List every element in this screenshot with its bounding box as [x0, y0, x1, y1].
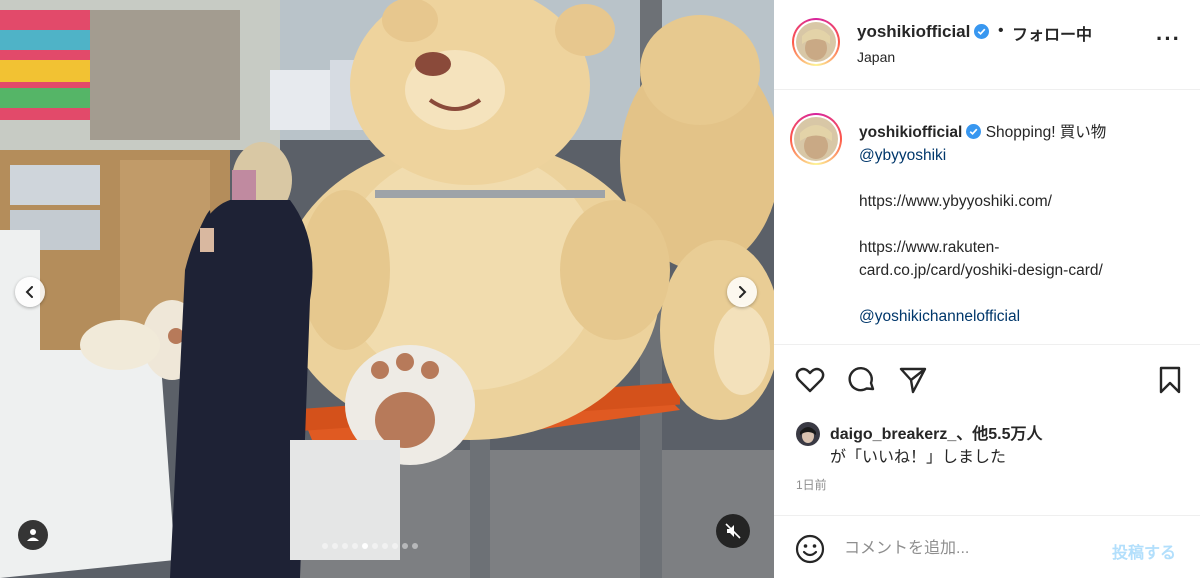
carousel-dot [392, 543, 398, 549]
verified-badge-icon [974, 24, 990, 39]
chevron-right-icon [739, 286, 747, 298]
url-text-line1: https://www.rakuten- [859, 239, 1000, 256]
post-comment-button[interactable]: 投稿する [1112, 539, 1176, 563]
carousel-dot [372, 543, 378, 549]
user-icon [27, 529, 39, 541]
bookmark-icon[interactable] [1154, 364, 1186, 396]
mention-link[interactable]: @ybyyoshiki [859, 144, 1179, 167]
separator-dot: • [998, 22, 1004, 39]
more-options-button[interactable]: ··· [1156, 28, 1181, 50]
heart-icon[interactable] [794, 364, 826, 396]
post-photo [0, 0, 774, 578]
carousel-dot [382, 543, 388, 549]
post-caption: yoshikiofficial Shopping! 買い物 @ybyyoshik… [774, 91, 1200, 345]
carousel-dot [402, 543, 408, 549]
caption-text: yoshikiofficial Shopping! 買い物 @ybyyoshik… [859, 121, 1179, 328]
post-header: yoshikiofficial • フォロー中 Japan ··· [774, 0, 1200, 90]
comment-input[interactable] [844, 534, 1104, 564]
verified-badge-icon [966, 124, 982, 139]
likes-suffix: が「いいね！」しました [830, 449, 1007, 466]
speaker-muted-icon [725, 523, 741, 539]
previous-media-button[interactable] [15, 277, 45, 307]
mention-link[interactable]: @yoshikichannelofficial [859, 305, 1179, 328]
ellipsis-icon: ··· [1156, 26, 1181, 51]
location-link[interactable]: Japan [857, 49, 895, 65]
caption-username-link[interactable]: yoshikiofficial [859, 124, 962, 141]
carousel-dot [412, 543, 418, 549]
caption-body: Shopping! 買い物 [985, 124, 1107, 141]
url-text: https://www.ybyyoshiki.com/ [859, 193, 1052, 210]
chevron-left-icon [25, 286, 33, 298]
paper-plane-icon[interactable] [897, 364, 929, 396]
comment-icon[interactable] [846, 364, 878, 396]
caption-author-avatar[interactable] [790, 113, 842, 165]
mute-toggle-button[interactable] [716, 514, 750, 548]
carousel-indicator [322, 543, 418, 549]
tagged-users-button[interactable] [18, 520, 48, 550]
url-text-line2: card.co.jp/card/yoshiki-design-card/ [859, 262, 1103, 279]
comment-composer: 投稿する [774, 515, 1200, 578]
author-username-link[interactable]: yoshikiofficial [857, 22, 990, 42]
carousel-dot [352, 543, 358, 549]
likes-count-link[interactable]: daigo_breakerz_、他5.5万人 [830, 420, 1043, 444]
post-details-panel: yoshikiofficial • フォロー中 Japan ··· yoshik… [774, 0, 1200, 578]
carousel-dot [332, 543, 338, 549]
author-avatar[interactable] [792, 18, 840, 66]
post-timestamp[interactable]: 1日前 [796, 476, 827, 493]
next-media-button[interactable] [727, 277, 757, 307]
action-bar [774, 360, 1200, 400]
following-button[interactable]: フォロー中 [1012, 21, 1092, 45]
liker-avatar[interactable] [796, 422, 820, 446]
post-media[interactable] [0, 0, 774, 578]
carousel-dot [322, 543, 328, 549]
carousel-dot [362, 543, 368, 549]
carousel-dot [342, 543, 348, 549]
emoji-icon[interactable] [794, 533, 826, 565]
